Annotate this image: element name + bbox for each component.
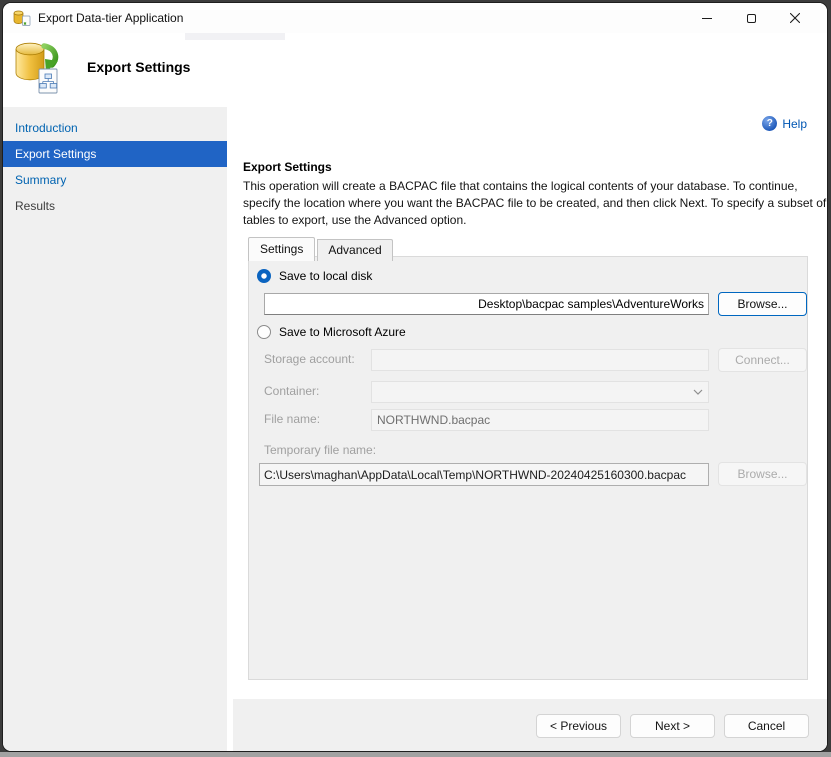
settings-tab-panel: Save to local disk Browse... Save to Mic… [248, 256, 808, 680]
connect-button: Connect... [718, 348, 807, 372]
container-select [371, 381, 709, 403]
local-browse-button[interactable]: Browse... [718, 292, 807, 316]
minimize-button[interactable] [685, 4, 729, 32]
tab-strip: Settings Advanced [248, 237, 393, 261]
save-azure-radio[interactable] [257, 325, 271, 339]
close-icon [789, 12, 801, 24]
sidebar-item-export-settings[interactable]: Export Settings [3, 141, 227, 167]
close-button[interactable] [773, 4, 817, 32]
window-controls [685, 4, 817, 32]
section-heading: Export Settings [243, 160, 332, 174]
maximize-icon [747, 14, 756, 23]
file-name-input [371, 409, 709, 431]
container-label: Container: [264, 384, 319, 398]
section-description: This operation will create a BACPAC file… [243, 178, 827, 229]
save-azure-label: Save to Microsoft Azure [279, 325, 406, 339]
local-path-input[interactable] [264, 293, 709, 315]
wizard-content: ? Help Export Settings This operation wi… [227, 107, 827, 751]
title-bar: Export Data-tier Application [3, 3, 827, 33]
minimize-icon [702, 18, 712, 19]
temp-browse-button: Browse... [718, 462, 807, 486]
help-icon: ? [762, 116, 777, 131]
sidebar-item-results[interactable]: Results [3, 193, 227, 219]
sidebar-item-summary[interactable]: Summary [3, 167, 227, 193]
export-wizard-window: Export Data-tier Application [3, 3, 827, 751]
window-title: Export Data-tier Application [38, 11, 183, 25]
wizard-footer: < Previous Next > Cancel [233, 699, 827, 751]
save-local-radio[interactable] [257, 269, 271, 283]
previous-button[interactable]: < Previous [536, 714, 621, 738]
wizard-page-title: Export Settings [87, 59, 190, 75]
cancel-button[interactable]: Cancel [724, 714, 809, 738]
temp-file-input [259, 463, 709, 486]
next-button[interactable]: Next > [630, 714, 715, 738]
file-name-label: File name: [264, 412, 320, 426]
maximize-button[interactable] [729, 4, 773, 32]
wizard-header: Export Settings [3, 33, 827, 107]
save-azure-option: Save to Microsoft Azure [257, 325, 406, 339]
desktop-edge [0, 752, 831, 757]
save-local-option: Save to local disk [257, 269, 372, 283]
help-link[interactable]: ? Help [762, 116, 807, 131]
app-icon [13, 10, 31, 26]
chevron-down-icon [693, 389, 703, 395]
help-label: Help [782, 117, 807, 131]
database-export-icon [13, 40, 63, 96]
storage-account-input [371, 349, 709, 371]
storage-account-label: Storage account: [264, 352, 355, 366]
tab-advanced[interactable]: Advanced [317, 239, 392, 261]
wizard-steps-sidebar: Introduction Export Settings Summary Res… [3, 107, 227, 751]
save-local-label: Save to local disk [279, 269, 372, 283]
temp-file-label: Temporary file name: [264, 443, 376, 457]
tab-settings[interactable]: Settings [248, 237, 315, 261]
sidebar-item-introduction[interactable]: Introduction [3, 115, 227, 141]
